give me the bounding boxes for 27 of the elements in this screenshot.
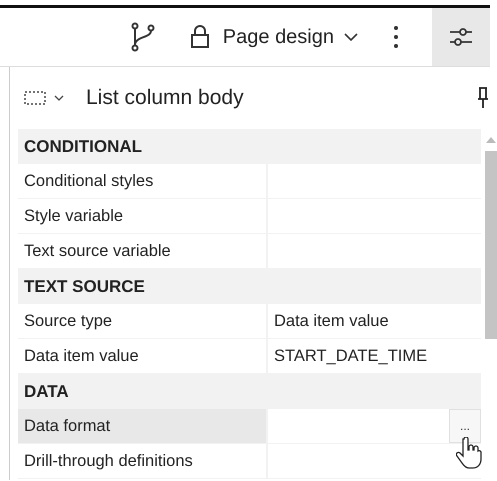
- property-name[interactable]: Drill-through definitions: [18, 444, 266, 478]
- property-name[interactable]: Source type: [18, 304, 266, 338]
- ellipsis-button[interactable]: ...: [449, 409, 482, 443]
- property-name[interactable]: Data format: [18, 409, 266, 443]
- properties-toggle[interactable]: [432, 8, 490, 66]
- panel-title: List column body: [86, 86, 245, 110]
- section-heading: DATA: [23, 380, 70, 402]
- property-name[interactable]: Conditional styles: [18, 164, 266, 198]
- hand-cursor-icon: [456, 437, 482, 469]
- property-value-cell[interactable]: Data item value: [268, 304, 482, 338]
- sliders-icon: [449, 26, 473, 48]
- property-value-cell[interactable]: START_DATE_TIME: [268, 339, 482, 373]
- property-name[interactable]: Data item value: [18, 339, 266, 373]
- empty-value-cell[interactable]: [268, 444, 482, 478]
- scrollbar-thumb[interactable]: [485, 151, 497, 339]
- selection-dropdown[interactable]: [24, 91, 64, 105]
- section-heading: CONDITIONAL: [23, 136, 144, 158]
- scroll-up-arrow-icon[interactable]: [486, 137, 496, 143]
- property-value-cell[interactable]: ...: [268, 409, 482, 443]
- dashed-rectangle-icon: [24, 91, 46, 105]
- chevron-down-icon: [54, 95, 64, 101]
- section-heading: TEXT SOURCE: [23, 276, 146, 298]
- property-name[interactable]: Text source variable: [18, 234, 266, 268]
- pin-icon[interactable]: [477, 87, 489, 109]
- property-name[interactable]: Style variable: [18, 199, 266, 233]
- view-menu[interactable]: Page design: [214, 8, 372, 66]
- chevron-down-icon: [344, 33, 358, 41]
